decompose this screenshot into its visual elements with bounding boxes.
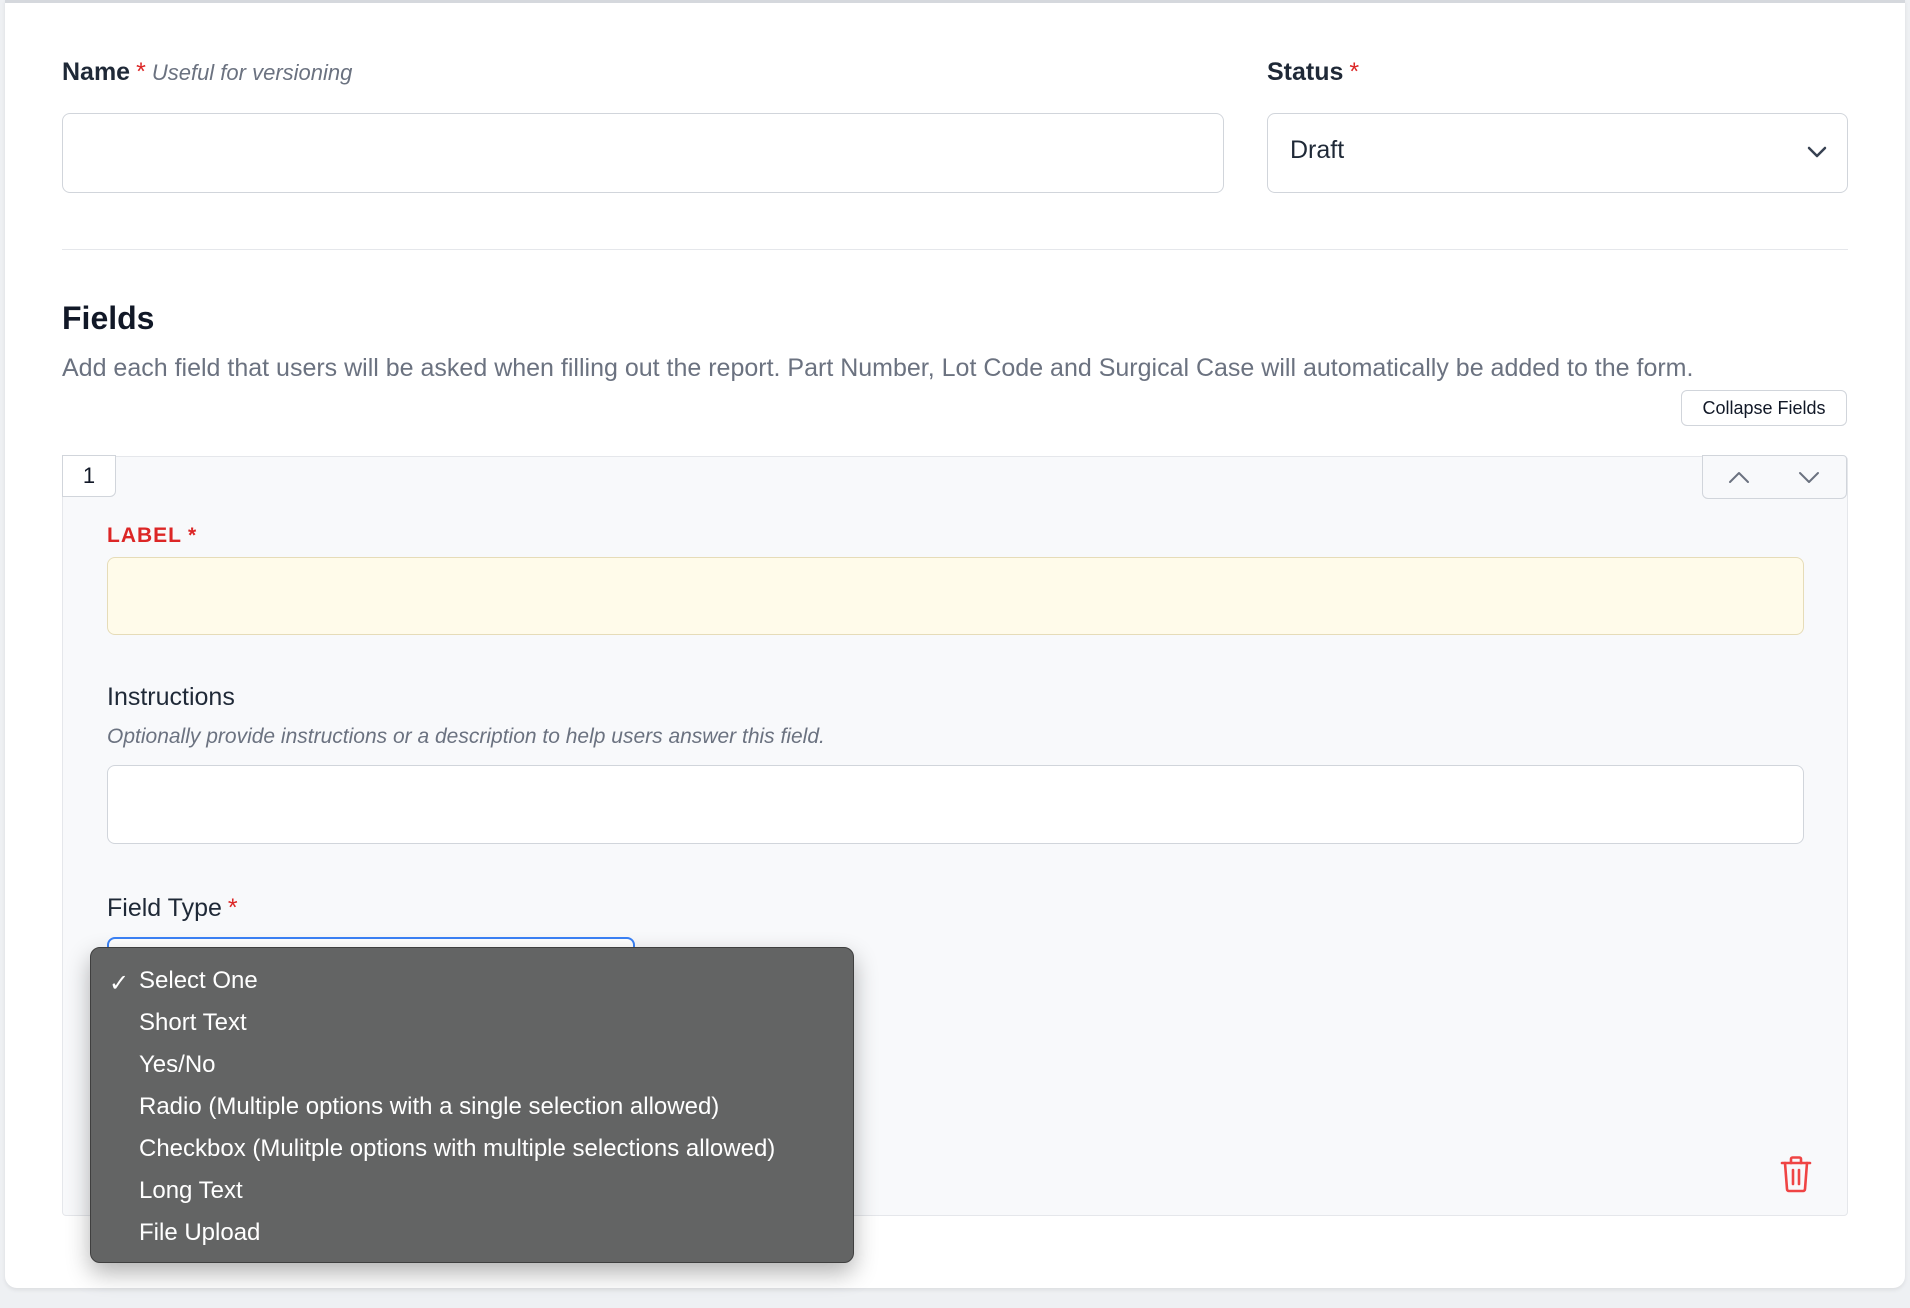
trash-icon[interactable] <box>1780 1155 1812 1193</box>
required-mark: * <box>1349 58 1360 86</box>
checkmark-icon: ✓ <box>109 970 130 997</box>
label-field-label: LABEL * <box>107 524 197 548</box>
dropdown-option-file-upload[interactable]: File Upload <box>139 1219 260 1247</box>
collapse-fields-button[interactable]: Collapse Fields <box>1681 390 1847 426</box>
dropdown-option-checkbox[interactable]: Checkbox (Mulitple options with multiple… <box>139 1135 775 1163</box>
instructions-label: Instructions <box>107 683 235 711</box>
instructions-input[interactable] <box>107 765 1804 844</box>
required-mark: * <box>136 58 146 86</box>
status-label-text: Status <box>1267 58 1344 86</box>
status-selected-value: Draft <box>1290 136 1345 164</box>
move-down-button[interactable] <box>1774 455 1847 499</box>
field-type-dropdown-menu: ✓ Select One Short Text Yes/No Radio (Mu… <box>90 947 854 1263</box>
dropdown-option-yes-no[interactable]: Yes/No <box>139 1051 216 1079</box>
dropdown-option-long-text[interactable]: Long Text <box>139 1177 243 1205</box>
move-up-button[interactable] <box>1702 455 1775 499</box>
instructions-hint: Optionally provide instructions or a des… <box>107 725 825 748</box>
label-input[interactable] <box>107 557 1804 635</box>
section-divider <box>62 249 1848 250</box>
dropdown-option-short-text[interactable]: Short Text <box>139 1009 247 1037</box>
field-type-label-text: Field Type <box>107 894 222 922</box>
status-label: Status * <box>1267 58 1359 87</box>
field-type-label: Field Type * <box>107 894 238 923</box>
dropdown-option-radio[interactable]: Radio (Multiple options with a single se… <box>139 1093 719 1121</box>
fields-section-title: Fields <box>62 300 155 336</box>
chevron-down-icon <box>1807 146 1827 158</box>
status-select[interactable]: Draft <box>1267 113 1848 193</box>
required-mark: * <box>227 894 238 922</box>
chevron-up-icon <box>1729 472 1749 483</box>
name-input[interactable] <box>62 113 1224 193</box>
name-label: Name * Useful for versioning <box>62 58 352 87</box>
label-field-label-text: LABEL <box>107 524 182 547</box>
dropdown-option-select-one[interactable]: Select One <box>139 967 258 995</box>
name-hint: Useful for versioning <box>151 60 353 85</box>
fields-section-description: Add each field that users will be asked … <box>62 354 1694 382</box>
field-number-badge: 1 <box>62 455 116 497</box>
name-label-text: Name <box>62 58 131 86</box>
required-mark: * <box>188 524 198 547</box>
chevron-down-icon <box>1799 472 1819 483</box>
